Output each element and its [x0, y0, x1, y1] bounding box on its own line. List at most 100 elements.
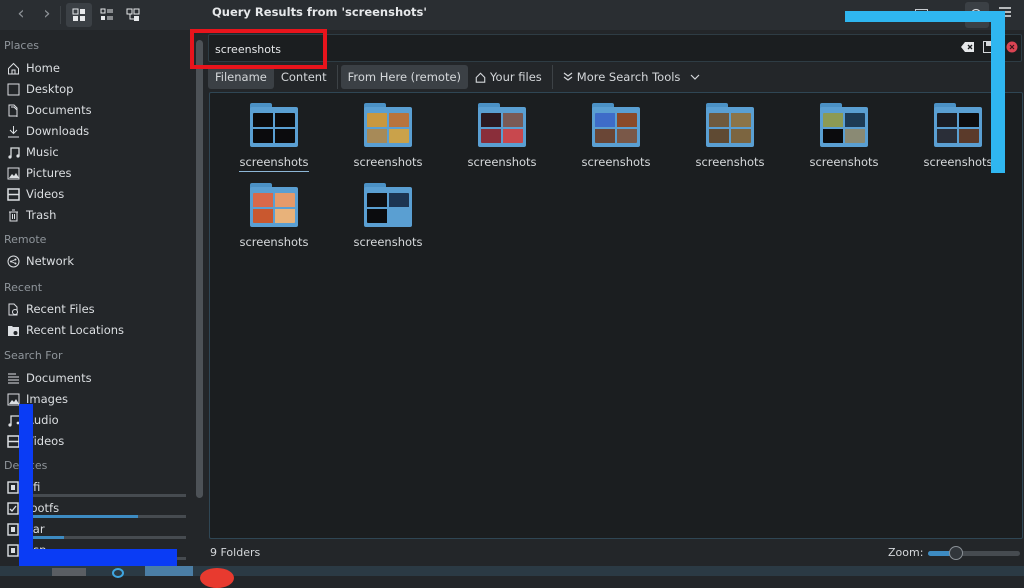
folder-item[interactable]: screenshots	[333, 103, 443, 181]
window-title: Query Results from 'screenshots'	[212, 5, 427, 19]
folder-preview-thumbnail	[367, 113, 409, 143]
sidebar-item-label: Videos	[26, 187, 65, 201]
toolbar-divider	[60, 6, 61, 24]
sidebar-item-label: Music	[26, 145, 59, 159]
sidebar-item-label: Trash	[26, 208, 57, 222]
chevron-right-icon: ›	[43, 3, 51, 24]
folder-preview-thumbnail	[595, 113, 637, 143]
sidebar-item-documents[interactable]: Documents	[6, 100, 186, 120]
save-search-icon	[983, 41, 995, 53]
device-usage-bar	[26, 557, 186, 560]
taskbar-file-manager[interactable]	[145, 566, 193, 576]
sidebar-item-music[interactable]: Music	[6, 142, 186, 162]
sidebar-item-search-audio[interactable]: Audio	[6, 410, 186, 430]
sidebar-item-network[interactable]: Network	[6, 251, 186, 271]
device-usage-bar	[26, 494, 186, 497]
search-toggle-button[interactable]	[965, 2, 989, 28]
tab-content[interactable]: Content	[274, 65, 334, 89]
close-circle-icon	[1006, 41, 1018, 53]
details-view-button[interactable]	[120, 3, 146, 27]
folder-name: screenshots	[809, 155, 879, 169]
sidebar-item-label: var	[26, 522, 45, 536]
sidebar-item-search-videos[interactable]: Videos	[6, 431, 186, 451]
image-icon	[6, 392, 20, 406]
hamburger-menu-button[interactable]	[998, 5, 1014, 23]
folder-item[interactable]: screenshots	[333, 183, 443, 261]
videos-icon	[6, 187, 20, 201]
sidebar-item-label: rootfs	[26, 501, 60, 515]
forward-button[interactable]: ›	[36, 4, 58, 26]
tab-your-files[interactable]: Your files	[468, 65, 549, 89]
sidebar-item-desktop[interactable]: Desktop	[6, 79, 186, 99]
sidebar-item-trash[interactable]: Trash	[6, 205, 186, 225]
folder-icon	[592, 103, 640, 147]
sidebar-item-videos[interactable]: Videos	[6, 184, 186, 204]
clear-search-button[interactable]	[961, 41, 975, 56]
folder-name: screenshots	[239, 155, 309, 172]
desktop-icon	[6, 82, 20, 96]
sidebar-item-label: Videos	[26, 434, 65, 448]
home-icon	[475, 71, 486, 83]
film-icon	[6, 434, 20, 448]
split-button[interactable]: Split	[915, 4, 956, 26]
taskbar-app-icon[interactable]	[200, 568, 234, 588]
divider	[551, 65, 553, 89]
sidebar-item-label: esp	[26, 543, 47, 557]
more-search-tools-button[interactable]: More Search Tools	[556, 65, 708, 89]
double-chevron-down-icon	[563, 72, 573, 81]
section-remote: Remote	[4, 233, 47, 246]
tab-filename[interactable]: Filename	[208, 65, 274, 89]
folder-preview-thumbnail	[937, 113, 979, 143]
tab-from-here[interactable]: From Here (remote)	[340, 65, 469, 89]
folder-item[interactable]: screenshots	[219, 183, 329, 261]
sidebar-item-downloads[interactable]: Downloads	[6, 121, 186, 141]
zoom-slider[interactable]	[928, 546, 1020, 560]
folder-item[interactable]: screenshots	[561, 103, 671, 181]
sidebar-item-search-images[interactable]: Images	[6, 389, 186, 409]
taskbar-task[interactable]	[52, 568, 86, 576]
documents-icon	[6, 103, 20, 117]
sidebar-item-recent-locations[interactable]: Recent Locations	[6, 320, 186, 340]
sidebar-item-pictures[interactable]: Pictures	[6, 163, 186, 183]
folder-item[interactable]: screenshots	[675, 103, 785, 181]
drive-icon	[6, 543, 20, 557]
search-bar	[208, 34, 1022, 62]
network-icon	[6, 254, 20, 268]
split-label: Split	[932, 8, 957, 22]
sidebar-item-label: Recent Files	[26, 302, 95, 316]
folder-item[interactable]: screenshots	[447, 103, 557, 181]
back-button[interactable]: ‹	[10, 4, 32, 26]
folder-icon	[934, 103, 982, 147]
sidebar-item-recent-files[interactable]: Recent Files	[6, 299, 186, 319]
zoom-slider-handle[interactable]	[948, 546, 963, 560]
search-input[interactable]	[215, 40, 815, 58]
tab-label: From Here (remote)	[347, 70, 462, 84]
folder-preview-thumbnail	[253, 113, 295, 143]
folder-preview-thumbnail	[253, 193, 295, 223]
close-search-button[interactable]	[1006, 41, 1018, 56]
folder-item[interactable]: screenshots	[219, 103, 329, 181]
section-places: Places	[4, 39, 39, 52]
chevron-down-icon	[691, 74, 700, 80]
icons-view-button[interactable]	[66, 3, 92, 27]
sidebar-item-label: Documents	[26, 371, 92, 385]
compact-view-button[interactable]	[94, 3, 120, 27]
music-icon	[6, 145, 20, 159]
folder-name: screenshots	[353, 155, 423, 169]
save-search-button[interactable]	[983, 41, 995, 56]
folder-preview-thumbnail	[367, 193, 409, 223]
taskbar-search-icon[interactable]	[112, 568, 124, 578]
folder-item[interactable]: screenshots	[789, 103, 899, 181]
tab-label: Content	[280, 70, 327, 84]
sidebar-scrollbar[interactable]	[196, 40, 203, 498]
folder-name: screenshots	[467, 155, 537, 169]
toolbar: ‹ › Query Results from 'screenshots' Spl…	[0, 0, 1024, 30]
sidebar-item-search-documents[interactable]: Documents	[6, 368, 186, 388]
folder-item[interactable]: screenshots	[903, 103, 1013, 181]
drive-icon	[6, 522, 20, 536]
sidebar-item-label: Network	[26, 254, 75, 268]
sidebar-item-label: Desktop	[26, 82, 74, 96]
sidebar-item-label: efi	[26, 480, 41, 494]
sidebar-item-home[interactable]: Home	[6, 58, 186, 78]
sidebar-item-label: Audio	[26, 413, 59, 427]
